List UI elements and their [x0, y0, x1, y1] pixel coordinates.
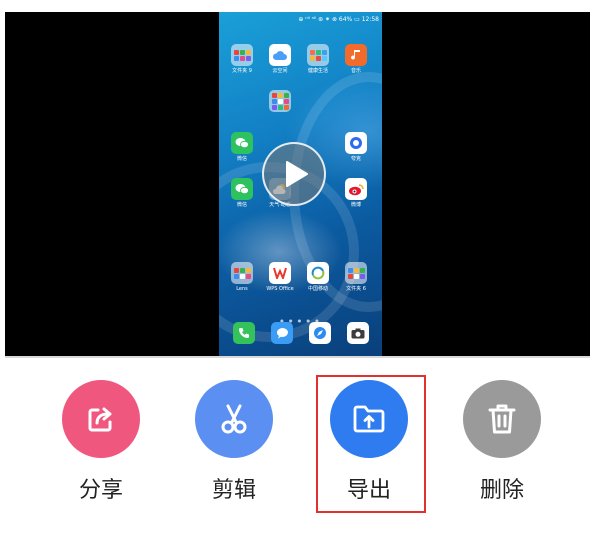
- folder-icon: [345, 262, 367, 284]
- export-folder-icon: [353, 405, 385, 433]
- folder-icon: [231, 262, 253, 284]
- dock-camera: [343, 322, 373, 344]
- share-button[interactable]: 分享: [46, 380, 156, 504]
- app-cloud: 云空间: [265, 44, 295, 74]
- app-quark: 夸克: [341, 132, 371, 162]
- music-icon: [345, 44, 367, 66]
- app-wps: WPS Office: [265, 262, 295, 292]
- china-mobile-icon: [307, 262, 329, 284]
- play-button[interactable]: [262, 142, 326, 206]
- app-china-mobile: 中国移动: [303, 262, 333, 292]
- app-music: 音乐: [341, 44, 371, 74]
- app-folder-6: 文件夹 6: [341, 262, 371, 292]
- browser-icon: [309, 322, 331, 344]
- dock-message: [267, 322, 297, 344]
- folder-icon: [231, 44, 253, 66]
- app-folder-2: [265, 90, 295, 112]
- folder-icon: [269, 90, 291, 112]
- delete-button[interactable]: 删除: [447, 380, 557, 504]
- trash-icon: [488, 404, 516, 434]
- status-bar: ⊕ ⁿᴵˡ ⁿᴵˡ ⊛ ⁕ ⊗ 64% ▭ 12:58: [298, 16, 379, 23]
- app-wechat-2: 微信: [227, 178, 257, 208]
- wechat-icon: [231, 178, 253, 200]
- app-wechat: 微信: [227, 132, 257, 162]
- wechat-icon: [231, 132, 253, 154]
- wps-icon: [269, 262, 291, 284]
- app-health: 健康生活: [303, 44, 333, 74]
- export-label: 导出: [346, 478, 391, 503]
- app-folder: 文件夹 9: [227, 44, 257, 74]
- camera-icon: [347, 322, 369, 344]
- dock-phone: [229, 322, 259, 344]
- message-icon: [271, 322, 293, 344]
- export-circle: [330, 380, 408, 458]
- delete-label: 删除: [479, 478, 524, 503]
- share-icon: [88, 407, 112, 432]
- edit-circle: [195, 380, 273, 458]
- dock-browser: [305, 322, 335, 344]
- weibo-icon: [345, 178, 367, 200]
- export-button[interactable]: 导出: [314, 380, 424, 504]
- scissors-icon: [221, 404, 247, 434]
- edit-button[interactable]: 剪辑: [179, 380, 289, 504]
- quark-icon: [345, 132, 367, 154]
- action-bar: 分享 剪辑 导出 删除: [0, 358, 600, 542]
- play-icon: [286, 161, 308, 187]
- share-label: 分享: [78, 478, 123, 503]
- phone-call-icon: [233, 322, 255, 344]
- share-circle: [62, 380, 140, 458]
- app-weibo: 微博: [341, 178, 371, 208]
- cloud-icon: [269, 44, 291, 66]
- health-icon: [307, 44, 329, 66]
- app-lens-folder: Lens: [227, 262, 257, 292]
- edit-label: 剪辑: [211, 478, 256, 503]
- delete-circle: [463, 380, 541, 458]
